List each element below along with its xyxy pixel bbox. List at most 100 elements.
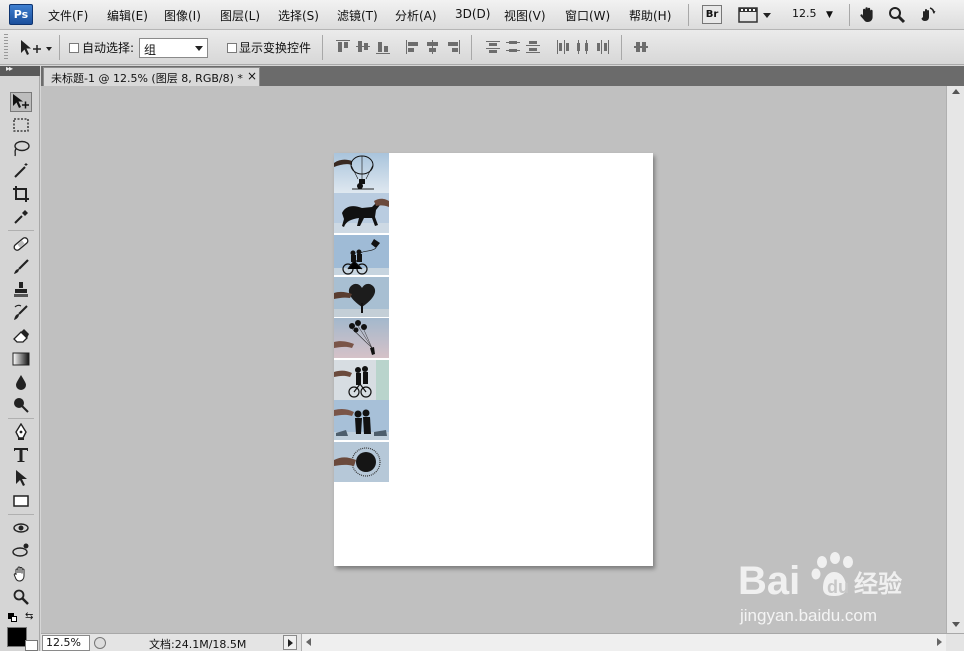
zoom-tool-icon[interactable]: [887, 5, 907, 25]
align-left-icon[interactable]: [406, 40, 420, 54]
type-tool[interactable]: [10, 445, 32, 465]
zoom-level-dropdown[interactable]: 12.5 ▼: [792, 7, 833, 20]
layer-photo-balloons[interactable]: [334, 318, 389, 358]
eraser-tool[interactable]: [10, 326, 32, 346]
distribute-left-icon[interactable]: [556, 40, 570, 54]
background-color-swatch[interactable]: [25, 640, 38, 651]
history-brush-icon: [14, 304, 28, 320]
distribute-right-icon[interactable]: [596, 40, 610, 54]
document-tab[interactable]: 未标题-1 @ 12.5% (图层 8, RGB/8) * ×: [43, 67, 260, 86]
layer-photo-kiss-bicycle[interactable]: [334, 360, 389, 400]
document-size-text: 文档:24.1M/18.5M: [149, 638, 247, 651]
brush-tool[interactable]: [10, 257, 32, 277]
dodge-tool[interactable]: [10, 395, 32, 415]
marquee-tool[interactable]: [10, 115, 32, 135]
distribute-bottom-icon[interactable]: [526, 40, 540, 54]
status-info-icon[interactable]: [94, 637, 106, 649]
toolbox-header[interactable]: ▸▸: [0, 64, 40, 76]
menu-file[interactable]: 文件(F): [48, 7, 88, 24]
distribute-top-icon[interactable]: [486, 40, 500, 54]
layer-photo-heart-tree[interactable]: [334, 277, 389, 317]
options-bar-grip[interactable]: [4, 34, 8, 60]
layer-photo-round[interactable]: [334, 442, 389, 482]
align-vertical-center-icon[interactable]: [356, 40, 370, 54]
horizontal-scrollbar[interactable]: [301, 634, 946, 651]
menu-3d[interactable]: 3D(D): [455, 7, 490, 21]
layer-photo-bicycle-kite[interactable]: [334, 235, 389, 275]
layer-photo-hot-air-balloon[interactable]: [334, 153, 389, 193]
gradient-tool[interactable]: [10, 349, 32, 369]
show-transform-controls-checkbox[interactable]: [227, 43, 237, 53]
scroll-left-icon[interactable]: [306, 638, 311, 646]
status-menu-button[interactable]: [283, 635, 297, 650]
quick-selection-tool[interactable]: [10, 161, 32, 181]
scroll-right-icon[interactable]: [937, 638, 942, 646]
move-tool[interactable]: [10, 92, 32, 112]
crop-tool[interactable]: [10, 184, 32, 204]
menu-window[interactable]: 窗口(W): [565, 7, 610, 24]
options-separator: [471, 35, 472, 60]
bridge-button[interactable]: Br: [702, 5, 722, 24]
align-horizontal-center-icon[interactable]: [426, 40, 440, 54]
auto-align-layers-icon[interactable]: [634, 40, 648, 54]
menu-analysis[interactable]: 分析(A): [395, 7, 437, 24]
baidu-logo-text: Bai: [738, 559, 800, 603]
zoom-percent-field[interactable]: 12.5%: [42, 635, 90, 651]
blur-tool[interactable]: [10, 372, 32, 392]
menu-image[interactable]: 图像(I): [164, 7, 201, 24]
clone-stamp-tool[interactable]: [10, 280, 32, 300]
close-icon[interactable]: ×: [247, 69, 257, 83]
3d-orbit-icon: [12, 543, 29, 557]
lasso-icon: [14, 140, 30, 157]
auto-select-checkbox[interactable]: [69, 43, 79, 53]
baidu-logo: Bai du 经验: [738, 552, 902, 603]
layer-photo-couple-kiss[interactable]: [334, 400, 389, 440]
toolbox: ⇆: [0, 76, 40, 651]
3d-rotate-tool[interactable]: [10, 518, 32, 538]
3d-orbit-tool[interactable]: [10, 541, 32, 561]
menu-view[interactable]: 视图(V): [504, 7, 546, 24]
bandage-icon: [13, 237, 29, 251]
zoom-tool[interactable]: [10, 587, 32, 607]
baidu-jingyan-watermark: Bai du 经验 jingyan.baidu.com: [738, 548, 918, 633]
rotate-view-icon[interactable]: [917, 5, 937, 25]
align-top-icon[interactable]: [336, 40, 350, 54]
pen-icon: [15, 423, 27, 440]
lasso-tool[interactable]: [10, 138, 32, 158]
hand-tool[interactable]: [10, 564, 32, 584]
tool-separator: [8, 230, 34, 231]
menu-select[interactable]: 选择(S): [278, 7, 319, 24]
jingyan-brand-text: 经验: [854, 570, 902, 598]
pen-tool[interactable]: [10, 422, 32, 442]
layer-photo-horse[interactable]: [334, 193, 389, 233]
menu-filter[interactable]: 滤镜(T): [337, 7, 378, 24]
menu-edit[interactable]: 编辑(E): [107, 7, 148, 24]
swap-colors-icon[interactable]: ⇆: [25, 611, 33, 622]
document-tab-title: 未标题-1 @ 12.5% (图层 8, RGB/8) *: [51, 72, 243, 85]
scroll-down-icon[interactable]: [952, 622, 960, 627]
path-selection-icon: [16, 470, 27, 486]
history-brush-tool[interactable]: [10, 303, 32, 323]
dodge-icon: [14, 398, 29, 413]
options-separator: [59, 35, 60, 60]
move-tool-preset-icon[interactable]: [19, 38, 55, 58]
default-colors-icon[interactable]: [8, 613, 17, 622]
distribute-horizontal-center-icon[interactable]: [576, 40, 590, 54]
align-bottom-icon[interactable]: [376, 40, 390, 54]
hand-tool-icon[interactable]: [858, 5, 878, 25]
auto-select-dropdown[interactable]: 组: [139, 38, 208, 58]
menu-help[interactable]: 帮助(H): [629, 7, 671, 24]
rectangle-tool[interactable]: [10, 491, 32, 511]
healing-brush-tool[interactable]: [10, 234, 32, 254]
foreground-color-swatch[interactable]: [7, 627, 27, 647]
menu-layer[interactable]: 图层(L): [220, 7, 260, 24]
tool-separator: [8, 418, 34, 419]
eyedropper-tool[interactable]: [10, 207, 32, 227]
scroll-up-icon[interactable]: [952, 89, 960, 94]
path-selection-tool[interactable]: [10, 468, 32, 488]
chevron-down-icon: [195, 46, 203, 51]
screen-mode-icon[interactable]: [737, 6, 773, 24]
vertical-scrollbar[interactable]: [946, 86, 964, 633]
distribute-vertical-center-icon[interactable]: [506, 40, 520, 54]
align-right-icon[interactable]: [446, 40, 460, 54]
